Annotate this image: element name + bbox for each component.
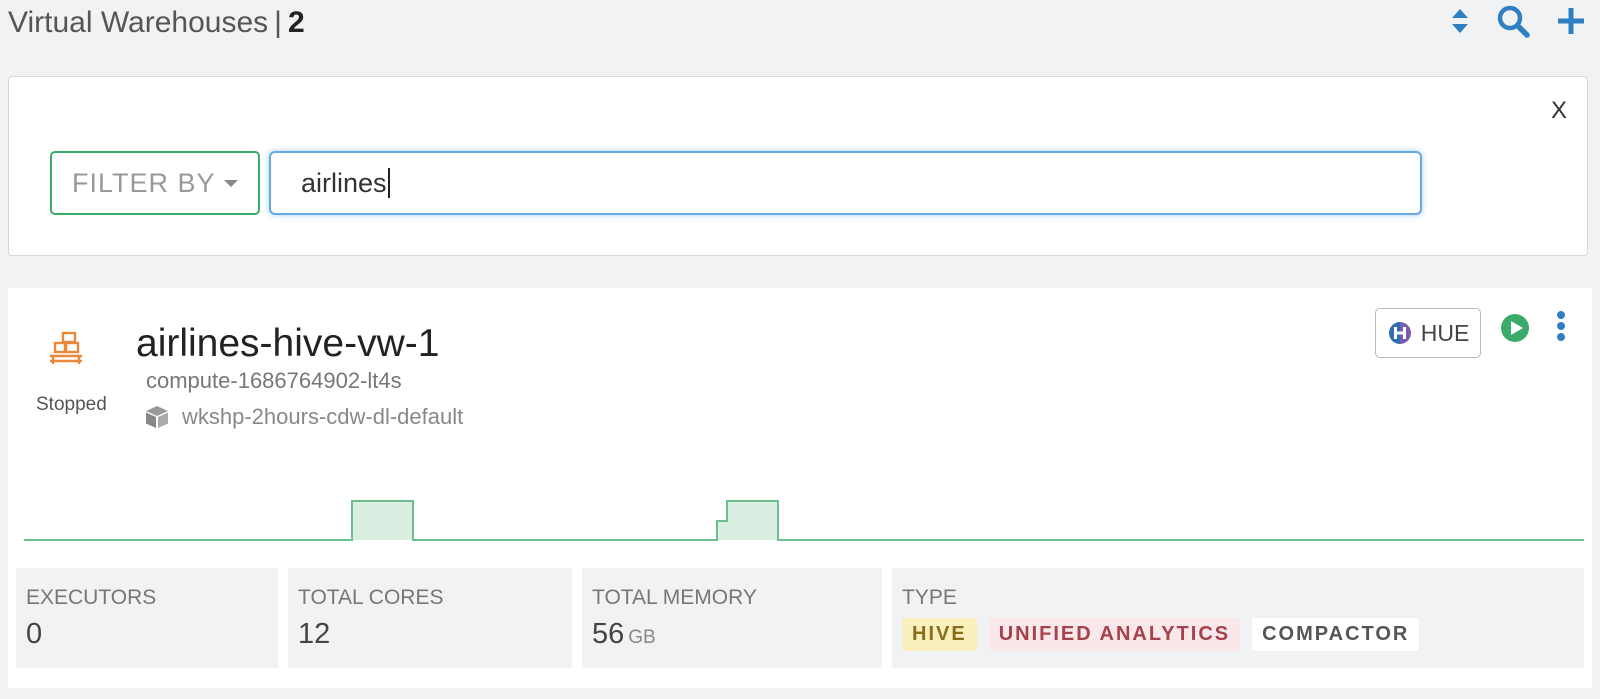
sort-icon[interactable] xyxy=(1450,7,1470,35)
metric-executors: EXECUTORS 0 xyxy=(16,568,278,668)
database-name: wkshp-2hours-cdw-dl-default xyxy=(182,404,464,429)
title-separator: | xyxy=(274,6,282,39)
page-title: Virtual Warehouses | 2 xyxy=(8,6,305,40)
cube-icon xyxy=(144,404,170,430)
type-badge-compactor: COMPACTOR xyxy=(1252,618,1420,651)
search-icon[interactable] xyxy=(1496,4,1530,38)
type-badge-unified-analytics: UNIFIED ANALYTICS xyxy=(988,618,1241,651)
total-cores-value: 12 xyxy=(298,618,331,650)
warehouse-name[interactable]: airlines-hive-vw-1 xyxy=(136,322,439,366)
activity-sparkline xyxy=(24,500,1584,541)
total-memory-value: 56 xyxy=(592,618,625,650)
search-input[interactable]: airlines xyxy=(269,151,1422,215)
start-button[interactable] xyxy=(1500,313,1530,348)
text-cursor xyxy=(387,168,390,198)
metric-type: TYPE HIVE UNIFIED ANALYTICS COMPACTOR xyxy=(892,568,1584,668)
metric-total-cores: TOTAL CORES 12 xyxy=(288,568,572,668)
hue-icon xyxy=(1387,320,1413,346)
executors-label: EXECUTORS xyxy=(26,586,157,609)
header-actions xyxy=(1450,4,1586,38)
total-memory-label: TOTAL MEMORY xyxy=(592,586,757,609)
executors-value: 0 xyxy=(26,618,43,650)
search-input-value: airlines xyxy=(301,167,387,198)
hue-label: HUE xyxy=(1420,319,1470,346)
filter-by-dropdown[interactable]: FILTER BY xyxy=(50,151,260,215)
more-options-icon[interactable] xyxy=(1556,310,1566,347)
type-label: TYPE xyxy=(902,586,957,609)
warehouse-count: 2 xyxy=(287,6,305,39)
filter-by-label: FILTER BY xyxy=(72,167,216,198)
type-badge-hive: HIVE xyxy=(902,618,977,651)
hue-button[interactable]: HUE xyxy=(1375,308,1481,358)
warehouse-card: Stopped airlines-hive-vw-1 compute-16867… xyxy=(8,288,1592,688)
metric-total-memory: TOTAL MEMORY 56 GB xyxy=(582,568,882,668)
total-memory-value-row: 56 GB xyxy=(592,618,872,651)
close-filter-button[interactable]: X xyxy=(1551,97,1567,125)
warehouse-icon xyxy=(48,330,84,371)
caret-down-icon xyxy=(223,179,238,187)
total-cores-label: TOTAL CORES xyxy=(298,586,444,609)
total-memory-unit: GB xyxy=(628,627,656,648)
type-badges: HIVE UNIFIED ANALYTICS COMPACTOR xyxy=(902,618,1574,651)
page-title-text: Virtual Warehouses xyxy=(8,6,269,39)
status-text: Stopped xyxy=(36,394,107,415)
metrics-row: EXECUTORS 0 TOTAL CORES 12 TOTAL MEMORY … xyxy=(16,568,1584,668)
filter-panel: X FILTER BY airlines xyxy=(8,76,1588,256)
database-catalog: wkshp-2hours-cdw-dl-default xyxy=(144,404,463,430)
compute-id: compute-1686764902-lt4s xyxy=(146,368,402,393)
plus-icon[interactable] xyxy=(1556,6,1586,36)
